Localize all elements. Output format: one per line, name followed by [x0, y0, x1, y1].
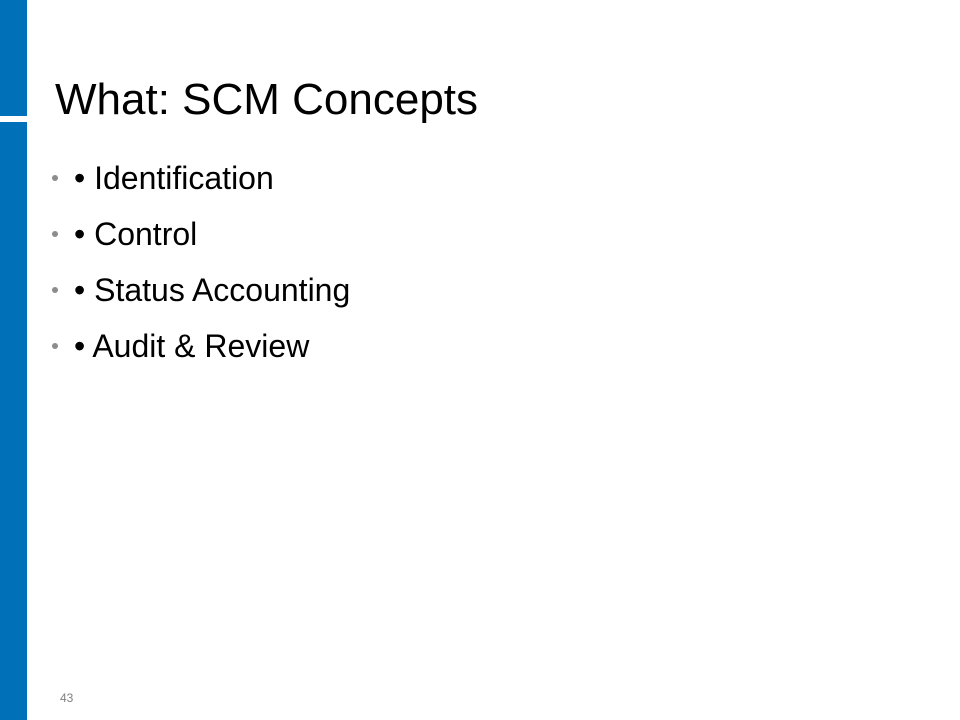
bullet-list: • Identification • Control • Status Acco…	[52, 150, 350, 374]
bullet-text: • Status Accounting	[74, 271, 351, 308]
bullet-item-identification: • Identification	[52, 150, 350, 206]
page-number: 43	[60, 691, 74, 705]
bullet-text: • Control	[74, 215, 198, 252]
accent-bar-top	[0, 0, 27, 116]
bullet-text: • Audit & Review	[74, 327, 310, 364]
bullet-dot-icon	[52, 287, 58, 293]
bullet-dot-icon	[52, 343, 58, 349]
bullet-dot-icon	[52, 175, 58, 181]
slide-title: What: SCM Concepts	[55, 75, 479, 124]
bullet-dot-icon	[52, 231, 58, 237]
bullet-item-audit-review: • Audit & Review	[52, 318, 350, 374]
bullet-text: • Identification	[74, 159, 274, 196]
slide: What: SCM Concepts • Identification • Co…	[0, 0, 960, 720]
bullet-item-status-accounting: • Status Accounting	[52, 262, 350, 318]
bullet-item-control: • Control	[52, 206, 350, 262]
accent-bar-bottom	[0, 122, 27, 720]
